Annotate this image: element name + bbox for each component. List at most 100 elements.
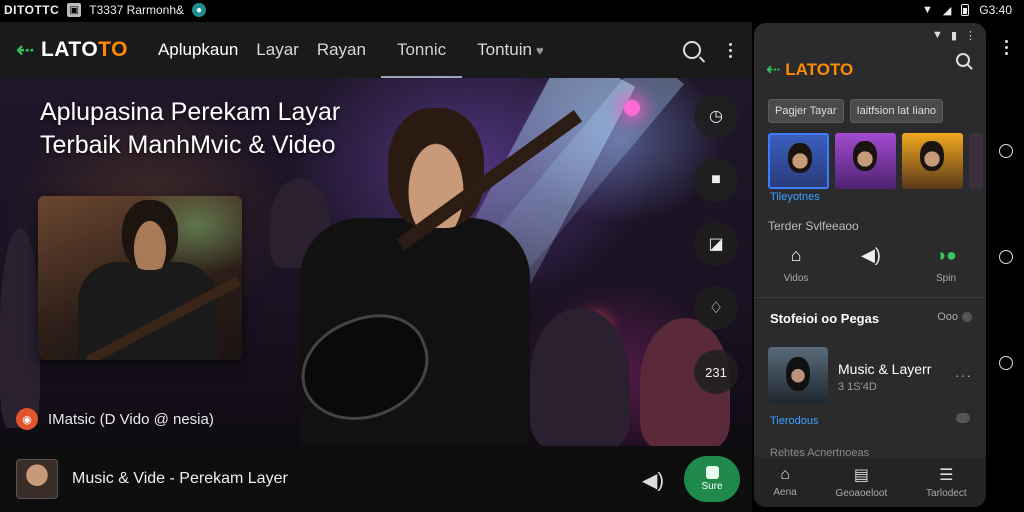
view-count-badge[interactable]: 231 xyxy=(694,350,738,394)
status-notification-text: T3337 Rarmonh& xyxy=(89,3,184,17)
stage-light xyxy=(624,100,640,116)
nav-item-label: Geoaoeloot xyxy=(835,488,888,499)
tab-aplupkaun[interactable]: Aplupkaun xyxy=(158,22,247,78)
bottom-navigation: ⌂ Aena ▤ Geoaoeloot ☰ Tarlodect xyxy=(754,457,986,507)
logo-text-accent: TO xyxy=(98,38,128,61)
mini-player[interactable]: Music & Vide - Perekam Layer ◀) Sure xyxy=(0,446,752,512)
nav-item-home[interactable]: ⌂ Aena xyxy=(773,466,796,498)
panel-logo[interactable]: ⇠ LATOTO xyxy=(766,60,853,80)
video-icon: ⌂ xyxy=(790,245,802,265)
crowd-figure xyxy=(530,308,630,446)
logo-text-main: LATO xyxy=(40,38,99,61)
hero-title: Aplupasina Perekam Layar Terbaik ManhMvi… xyxy=(40,96,340,162)
song-title: Music & Layerr xyxy=(838,361,932,377)
hero-title-line1: Aplupasina Perekam Layar xyxy=(40,98,341,126)
song-tag[interactable]: Tierodous xyxy=(770,415,819,427)
filter-chips: Pagjer Tayar Iaitfsion lat Iiano xyxy=(768,99,944,123)
chip-iaitfsion[interactable]: Iaitfsion lat Iiano xyxy=(849,99,944,123)
quick-actions: ⌂ Vidos ◀) ◑● Spin xyxy=(768,245,974,284)
save-button-label: Sure xyxy=(701,481,723,492)
library-icon: ▤ xyxy=(853,467,869,484)
nav-item-menu[interactable]: ☰ Tarlodect xyxy=(926,465,967,499)
quick-action-videos[interactable]: ⌂ Vidos xyxy=(768,245,824,284)
tab-bar: Aplupkaun Layar Rayan Tonnic Tontuin ♥ xyxy=(158,22,553,78)
tab-tontuin[interactable]: Tontuin ♥ xyxy=(468,22,553,78)
menu-icon: ☰ xyxy=(939,467,954,484)
song-list-item[interactable]: Music & Layerr 3 1S'4D ··· xyxy=(768,347,976,407)
hero-caption: ◉ IMatsic (D Vido @ nesia) xyxy=(16,408,214,430)
song-more-icon[interactable]: ··· xyxy=(955,367,972,383)
hero-caption-text: IMatsic (D Vido @ nesia) xyxy=(48,410,214,428)
main-content: ⇠ LATOTO Aplupkaun Layar Rayan Tonnic To… xyxy=(0,22,752,512)
tab-layar[interactable]: Layar xyxy=(247,22,308,78)
timer-icon[interactable]: ◷ xyxy=(694,94,738,138)
status-app-name: DITOTTC xyxy=(4,3,60,17)
section-label: Terder Svlfeeaoo xyxy=(768,219,859,233)
song-tag-toggle[interactable] xyxy=(956,413,970,423)
volume-icon[interactable]: ◀) xyxy=(642,468,664,493)
app-badge-icon: ● xyxy=(192,3,206,17)
notification-icon: ▣ xyxy=(67,3,82,17)
panel-logo-text-accent: TO xyxy=(829,60,854,79)
hero-banner[interactable]: Aplupasina Perekam Layar Terbaik ManhMvi… xyxy=(0,78,752,446)
quick-action-label: Spin xyxy=(935,273,956,284)
wifi-icon: ▼ xyxy=(921,4,933,16)
volume-icon: ◀) xyxy=(861,245,881,265)
system-home-icon[interactable] xyxy=(999,250,1013,264)
songs-section-title: Stofeioi oo Pegas xyxy=(770,311,880,326)
spin-toggle-icon: ◑● xyxy=(935,245,957,265)
status-bar: DITOTTC ▣ T3337 Rarmonh& ● ▼ ◢ G3:40 xyxy=(0,0,1024,20)
search-icon[interactable] xyxy=(683,41,701,59)
save-icon xyxy=(705,466,719,479)
home-icon: ⌂ xyxy=(780,466,790,483)
thumbnail-item[interactable] xyxy=(902,133,963,189)
player-title: Music & Vide - Perekam Layer xyxy=(72,470,288,487)
system-back-icon[interactable] xyxy=(999,144,1013,158)
tab-rayan[interactable]: Rayan xyxy=(308,22,375,78)
save-button[interactable]: Sure xyxy=(684,456,740,502)
player-thumbnail[interactable] xyxy=(16,459,58,499)
hero-side-actions: ◷ ■ ◪ ♢ 231 xyxy=(694,94,738,394)
songs-more-label: Ooo xyxy=(937,311,958,323)
quick-action-volume[interactable]: ◀) xyxy=(843,245,899,284)
system-navigation xyxy=(996,30,1016,390)
panel-search-icon[interactable] xyxy=(956,53,970,67)
battery-icon xyxy=(961,4,970,16)
logo-arrow-icon: ⇠ xyxy=(16,37,35,62)
panel-logo-text-main: LATO xyxy=(785,60,830,79)
nav-item-library[interactable]: ▤ Geoaoeloot xyxy=(836,465,888,499)
panel-battery-icon: ▮ xyxy=(950,29,957,42)
panel-wifi-icon: ▼ xyxy=(932,29,943,41)
hero-title-line2: Terbaik ManhMvic & Video xyxy=(40,131,336,159)
side-panel: ▼ ▮ ⋮ ⇠ LATOTO Pagjer Tayar Iaitfsion la… xyxy=(754,23,986,507)
thumbnail-label[interactable]: Tileyotnes xyxy=(770,191,820,203)
tab-tontuin-label: Tontuin xyxy=(477,40,532,59)
chip-pagjer-tayar[interactable]: Pagjer Tayar xyxy=(768,99,844,123)
thumbnail-item[interactable] xyxy=(835,133,896,189)
top-navigation: ⇠ LATOTO Aplupkaun Layar Rayan Tonnic To… xyxy=(0,22,752,78)
quick-action-label: Vidos xyxy=(783,273,809,284)
system-recents-icon[interactable] xyxy=(999,356,1013,370)
toggle-icon xyxy=(962,312,972,322)
featured-thumbnail[interactable] xyxy=(38,196,242,360)
signal-icon: ◢ xyxy=(942,4,952,17)
thumbnail-item[interactable] xyxy=(969,133,983,189)
tab-tonnic[interactable]: Tonnic xyxy=(375,22,468,78)
heart-icon: ♥ xyxy=(535,42,544,58)
thumbnail-item[interactable] xyxy=(768,133,829,189)
nav-item-label: Tarlodect xyxy=(926,488,967,499)
panel-more-icon[interactable]: ⋮ xyxy=(965,29,976,42)
more-options-icon[interactable] xyxy=(729,42,732,58)
location-icon[interactable]: ♢ xyxy=(694,286,738,330)
song-meta: 3 1S'4D xyxy=(838,381,877,393)
panel-logo-arrow-icon: ⇠ xyxy=(766,60,781,79)
divider xyxy=(754,297,986,298)
song-artwork xyxy=(768,347,828,403)
quick-action-spin[interactable]: ◑● Spin xyxy=(918,245,974,284)
app-logo[interactable]: ⇠ LATOTO xyxy=(16,38,128,62)
camera-icon[interactable]: ■ xyxy=(694,158,738,202)
thumbnail-row xyxy=(768,133,983,189)
system-more-icon[interactable] xyxy=(1004,40,1008,55)
share-icon[interactable]: ◪ xyxy=(694,222,738,266)
songs-more-button[interactable]: Ooo xyxy=(937,311,972,323)
